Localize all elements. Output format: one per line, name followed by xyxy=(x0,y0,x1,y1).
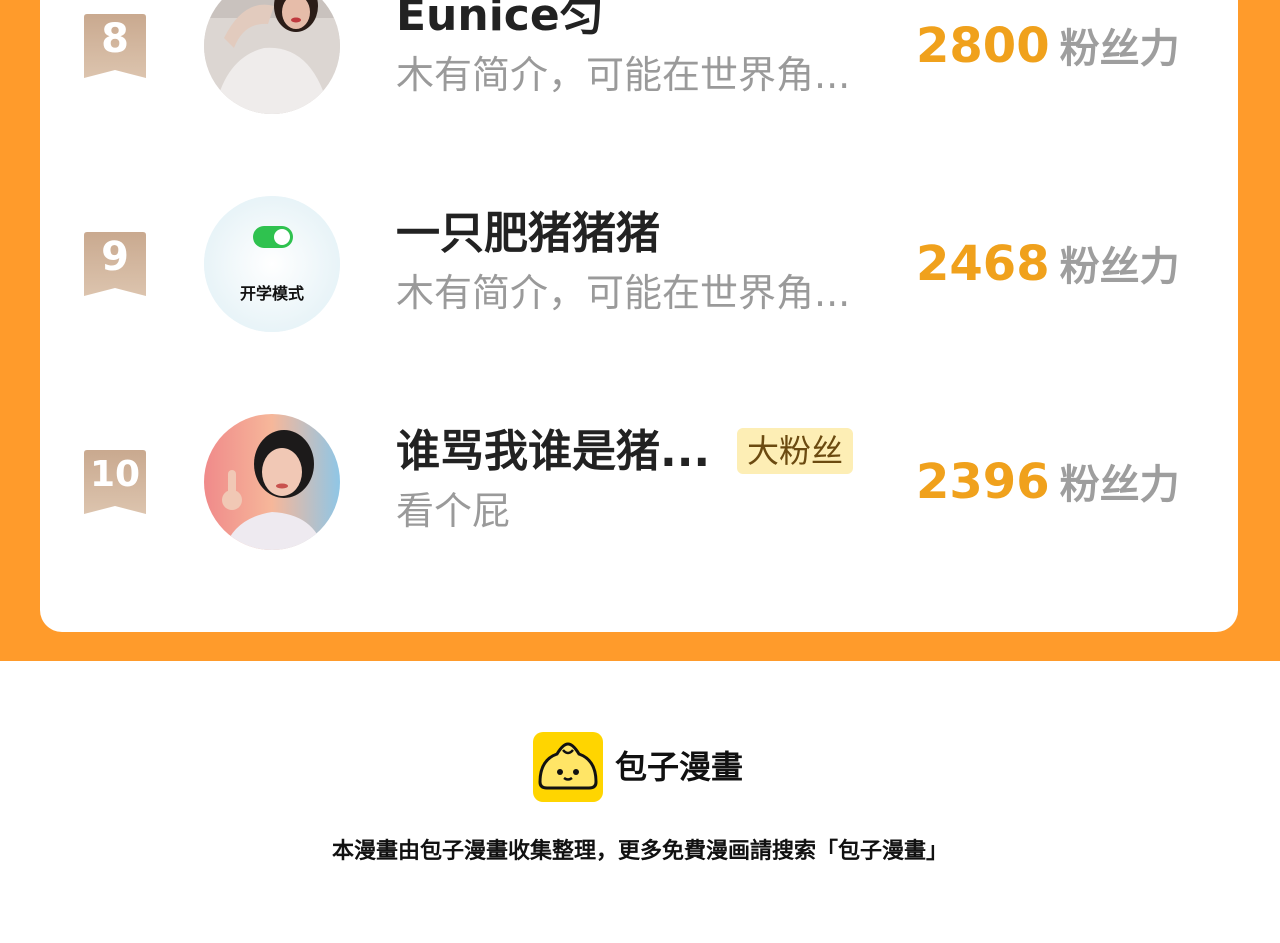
footer-brand-name[interactable]: 包子漫畫 xyxy=(615,745,743,789)
user-name[interactable]: Eunice匀 xyxy=(396,0,604,42)
user-description: 木有简介，可能在世界角... xyxy=(396,271,851,315)
user-name[interactable]: 一只肥猪猪猪 xyxy=(396,208,660,260)
rank-number: 9 xyxy=(101,234,129,280)
ranking-row-9[interactable]: 9 开学模式 一只肥猪猪猪 木有简介，可能在世界角... 2468 粉丝力 xyxy=(40,188,1238,332)
score-unit: 粉丝力 xyxy=(1059,26,1180,72)
score-unit: 粉丝力 xyxy=(1059,462,1180,508)
user-description: 木有简介，可能在世界角... xyxy=(396,53,851,97)
rank-badge: 10 xyxy=(84,450,146,514)
avatar-caption: 开学模式 xyxy=(239,284,304,303)
ranking-card: 8 Eunice匀 木有简介，可能在世界角... 2800 粉丝力 9 开学模式… xyxy=(40,0,1238,632)
rank-badge: 9 xyxy=(84,232,146,296)
user-name[interactable]: 谁骂我谁是猪... xyxy=(396,426,710,478)
toggle-switch-icon xyxy=(204,196,340,332)
score-value: 2800 xyxy=(916,18,1050,74)
photo-avatar-icon xyxy=(204,0,340,114)
fan-score: 2396 粉丝力 xyxy=(916,454,1180,521)
user-avatar[interactable]: 开学模式 xyxy=(204,196,340,332)
footer-note: 本漫畫由包子漫畫收集整理，更多免費漫画請搜索「包子漫畫」 xyxy=(331,839,948,864)
big-fan-tag: 大粉丝 xyxy=(737,428,854,474)
user-description: 看个屁 xyxy=(396,489,511,533)
user-avatar[interactable] xyxy=(204,414,340,550)
fan-score: 2468 粉丝力 xyxy=(916,236,1180,303)
score-unit: 粉丝力 xyxy=(1059,244,1180,290)
rank-badge: 8 xyxy=(84,14,146,78)
user-avatar[interactable] xyxy=(204,0,340,114)
bun-logo-icon xyxy=(533,732,603,802)
rank-number: 8 xyxy=(101,16,129,62)
fan-score: 2800 粉丝力 xyxy=(916,18,1180,85)
ranking-row-10[interactable]: 10 谁骂我谁是猪... 大粉丝 看个屁 2396 粉丝力 xyxy=(40,406,1238,550)
ranking-row-8[interactable]: 8 Eunice匀 木有简介，可能在世界角... 2800 粉丝力 xyxy=(40,0,1238,114)
score-value: 2468 xyxy=(916,236,1050,292)
rank-number: 10 xyxy=(89,454,141,495)
score-value: 2396 xyxy=(916,454,1050,510)
photo-avatar-icon xyxy=(204,414,340,550)
